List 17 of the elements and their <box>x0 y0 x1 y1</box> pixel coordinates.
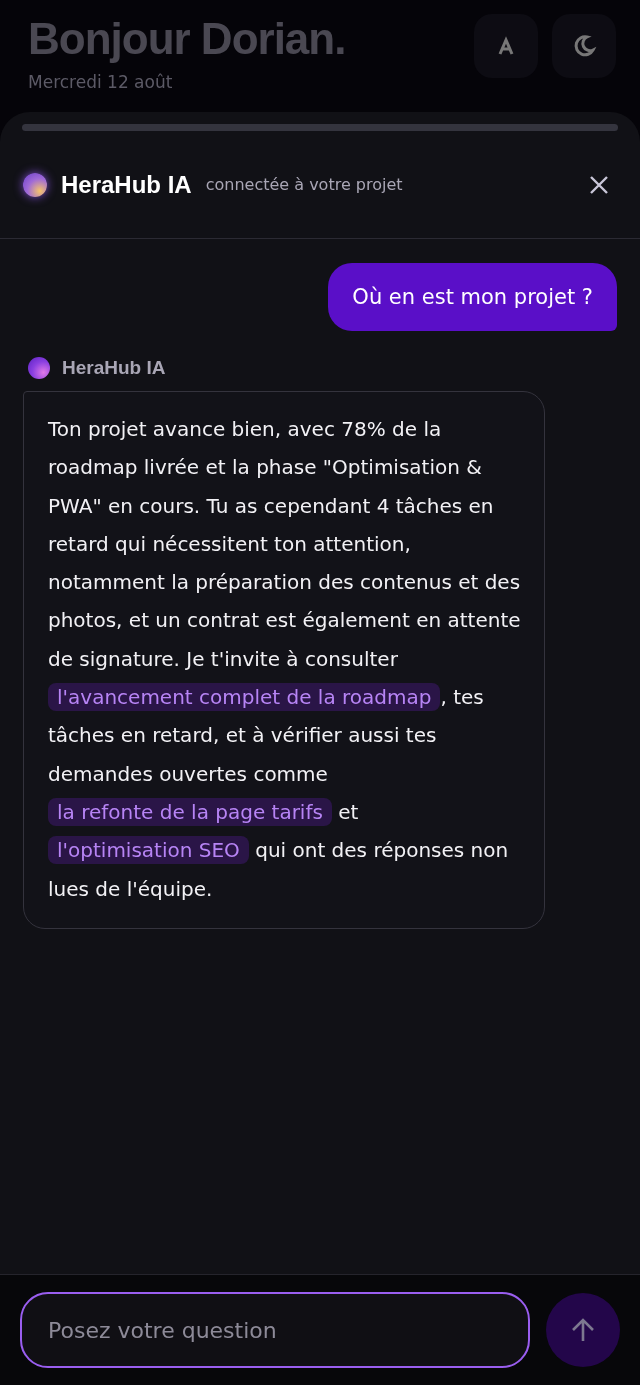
project-link[interactable]: la refonte de la page tarifs <box>48 797 332 826</box>
assistant-name: HeraHub IA <box>61 170 192 199</box>
question-input-field[interactable]: Posez votre question <box>20 1292 530 1368</box>
project-link[interactable]: l'avancement complet de la roadmap <box>48 683 441 712</box>
assistant-orb-icon <box>28 357 50 379</box>
close-icon[interactable] <box>588 173 610 196</box>
date-label: Mercredi 12 août <box>28 72 174 92</box>
assistant-message: Ton projet avance bien, avec 78% de la roadmap livrée et la phase "Optimisation & PWA" en cours. Tu as cependant 4 tâches en retard qui nécessitent ton attention, notamment la préparation des contenus et des photos, et un contrat est également en attente de signature. Je t'invite à consulter l'avancement complet de la roadmap , tes tâches en retard, et à vérifier aussi tes demandes ouvertes comme la refonte de la page tarifs et l'optimisation SEO qui ont des réponses non lues de l'équipe. <box>48 416 522 903</box>
project-link[interactable]: l'optimisation SEO <box>48 836 249 865</box>
assistant-status: connectée à votre projet <box>205 175 404 194</box>
greeting-heading: Bonjour Dorian. <box>28 14 346 64</box>
profile-button[interactable] <box>474 14 538 78</box>
assistant-orb-icon <box>23 172 47 197</box>
message-author: HeraHub IA <box>62 357 166 379</box>
user-message: Où en est mon projet ? <box>328 263 617 331</box>
drag-handle[interactable] <box>22 124 618 131</box>
theme-button[interactable] <box>552 14 616 78</box>
